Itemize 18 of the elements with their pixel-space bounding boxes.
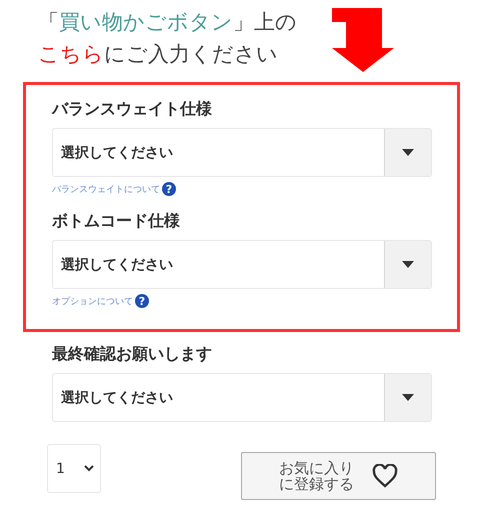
help-icon[interactable]: ? <box>162 182 176 196</box>
instruction-text: 「買い物かごボタン」上の <box>38 9 298 36</box>
caret-icon <box>402 261 414 268</box>
field-label: 最終確認お願いします <box>52 344 213 364</box>
field-label: ボトムコード仕様 <box>52 211 181 231</box>
caret-icon <box>402 394 414 401</box>
help-icon[interactable]: ? <box>135 294 149 308</box>
select-field[interactable]: 選択してください <box>52 373 432 422</box>
instruction-text: こちら にご入力ください <box>38 41 279 68</box>
quantity-select[interactable]: 1 <box>47 444 101 493</box>
chevron-down-icon <box>84 465 94 472</box>
favorite-button[interactable]: お気に入り に登録する <box>241 452 436 500</box>
heart-icon <box>372 464 398 488</box>
select-field[interactable]: 選択してください <box>52 128 432 177</box>
caret-icon <box>402 149 414 156</box>
select-field[interactable]: 選択してください <box>52 240 432 289</box>
arrow-down-icon <box>332 8 394 72</box>
field-label: バランスウェイト仕様 <box>52 99 213 119</box>
